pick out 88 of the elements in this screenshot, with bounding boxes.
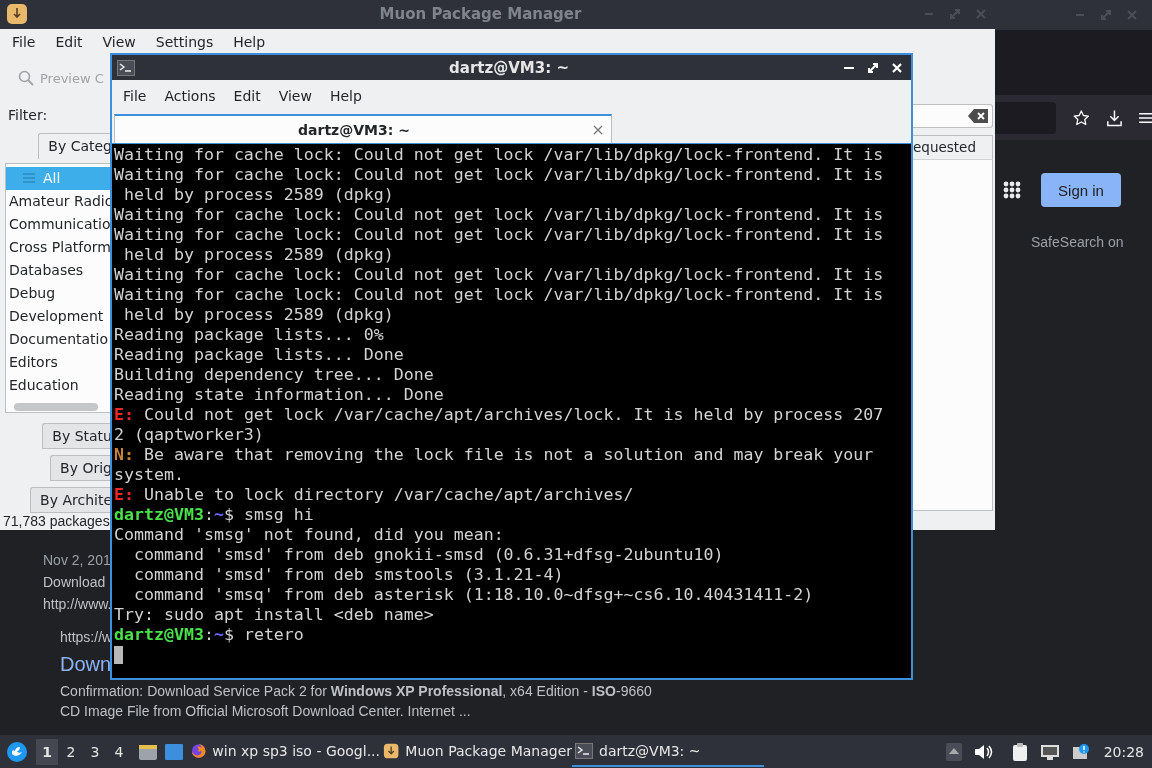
workspace-button[interactable]: 2 bbox=[60, 738, 82, 765]
category-item[interactable]: Cross Platform bbox=[6, 235, 112, 259]
result-description: CD Image File from Official Microsoft Download Center. Internet ... bbox=[60, 702, 471, 721]
terminal-line: dartz@VM3:~$ retero bbox=[114, 625, 305, 645]
apps-grid-icon[interactable] bbox=[1003, 181, 1021, 199]
menu-item[interactable]: File bbox=[2, 34, 46, 51]
search-field[interactable] bbox=[913, 103, 993, 128]
terminal-line: held by process 2589 (dpkg) bbox=[123, 185, 395, 205]
address-field[interactable] bbox=[995, 101, 1057, 134]
file-manager-icon[interactable] bbox=[138, 742, 158, 761]
terminal-line: command 'smsq' from deb asterisk (1:18.10.0~dfsg+~cs6.10.40431411-2) bbox=[132, 585, 815, 605]
terminal-line: Waiting for cache lock: Could not get lock /var/lib/dpkg/lock-frontend. It is bbox=[114, 265, 885, 285]
menu-item[interactable]: Settings bbox=[145, 34, 224, 51]
workspace-button[interactable]: 3 bbox=[84, 738, 106, 765]
terminal-line: Try: sudo apt install <deb name> bbox=[114, 605, 435, 625]
category-item[interactable]: Development bbox=[6, 304, 112, 328]
menu-item[interactable]: View bbox=[269, 88, 321, 104]
terminal-icon[interactable] bbox=[117, 59, 135, 76]
terminal-line: Waiting for cache lock: Could not get lock /var/lib/dpkg/lock-frontend. It is bbox=[114, 225, 885, 245]
workspace-button[interactable]: 4 bbox=[108, 738, 130, 765]
window-title: dartz@VM3: ~ bbox=[448, 58, 570, 77]
result-cite: https://w bbox=[60, 628, 113, 647]
menu-item[interactable]: File bbox=[114, 88, 156, 104]
menu-item[interactable]: Help bbox=[320, 88, 371, 104]
terminal-tab[interactable]: dartz@VM3: ~ bbox=[114, 114, 612, 143]
terminal-line: held by process 2589 (dpkg) bbox=[123, 245, 395, 265]
terminal-line: Waiting for cache lock: Could not get lock /var/lib/dpkg/lock-frontend. It is bbox=[114, 205, 885, 225]
notification-icon[interactable] bbox=[1071, 742, 1090, 761]
result-snippet: Download bbox=[43, 573, 106, 592]
browser-icon bbox=[191, 741, 207, 760]
category-item[interactable]: Documentatio bbox=[6, 327, 112, 351]
terminal-line: Reading package lists... Done bbox=[114, 345, 405, 365]
volume-icon[interactable] bbox=[973, 743, 994, 760]
result-date: Nov 2, 201 bbox=[43, 551, 111, 570]
category-item[interactable]: Education bbox=[6, 373, 112, 397]
network-icon[interactable] bbox=[1039, 742, 1060, 761]
terminal-line: Waiting for cache lock: Could not get lock /var/lib/dpkg/lock-frontend. It is bbox=[114, 285, 885, 305]
package-count: 71,783 packages bbox=[2, 512, 110, 530]
terminal-line: command 'smsd' from deb smstools (3.1.21-4) bbox=[132, 565, 565, 585]
clear-icon[interactable] bbox=[968, 108, 988, 123]
terminal-line: command 'smsd' from deb gnokii-smsd (0.6.31+dfsg-2ubuntu10) bbox=[132, 545, 725, 565]
menu-item[interactable]: Edit bbox=[45, 34, 93, 51]
result-link[interactable]: Down bbox=[60, 647, 112, 681]
menu-item[interactable]: Actions bbox=[155, 88, 225, 104]
category-item[interactable]: Communicatio bbox=[6, 212, 112, 236]
category-item[interactable]: Editors bbox=[6, 350, 112, 374]
terminal-line: Reading package lists... 0% bbox=[114, 325, 385, 345]
terminal-line: Waiting for cache lock: Could not get lock /var/lib/dpkg/lock-frontend. It is bbox=[114, 145, 885, 165]
task-button[interactable]: Muon Package Manager bbox=[380, 736, 572, 767]
window-title: Muon Package Manager bbox=[378, 5, 583, 24]
task-button[interactable]: win xp sp3 iso - Googl... bbox=[188, 736, 380, 767]
safesearch-status[interactable]: SafeSearch on bbox=[1031, 234, 1152, 250]
package-icon[interactable] bbox=[6, 3, 28, 26]
terminal-line: system. bbox=[114, 465, 185, 485]
terminal-line: held by process 2589 (dpkg) bbox=[123, 305, 395, 325]
workspace-button[interactable]: 1 bbox=[36, 738, 58, 765]
terminal-line: 2 (qaptworker3) bbox=[114, 425, 265, 445]
terminal-line: Command 'smsg' not found, did you mean: bbox=[114, 525, 505, 545]
terminal-line: E: Could not get lock /var/cache/apt/archives/lock. It is held by process 207 bbox=[114, 405, 885, 425]
terminal-line: Waiting for cache lock: Could not get lock /var/lib/dpkg/lock-frontend. It is bbox=[114, 165, 885, 185]
category-item[interactable]: Debug bbox=[6, 281, 112, 305]
clipboard-icon[interactable] bbox=[1011, 741, 1028, 762]
terminal-line: dartz@VM3:~$ smsg hi bbox=[114, 505, 315, 525]
terminal-line: N: Be aware that removing the lock file is not a solution and may break your bbox=[114, 445, 875, 465]
task-button[interactable]: dartz@VM3: ~ bbox=[572, 736, 764, 767]
terminal-line: Building dependency tree... Done bbox=[114, 365, 435, 385]
menu-item[interactable]: Edit bbox=[224, 88, 270, 104]
filter-label: Filter: bbox=[7, 105, 49, 125]
terminal-line: E: Unable to lock directory /var/cache/apt/archives/ bbox=[114, 485, 635, 505]
scrollbar[interactable] bbox=[14, 402, 98, 411]
terminal-line: Reading state information... Done bbox=[114, 385, 445, 405]
menu-item[interactable]: View bbox=[92, 34, 146, 51]
menu-icon[interactable] bbox=[1138, 110, 1152, 125]
menu-item[interactable]: Help bbox=[223, 34, 276, 51]
search-icon bbox=[18, 70, 34, 87]
list-icon bbox=[23, 173, 35, 184]
column-header[interactable]: equested bbox=[913, 134, 993, 160]
category-item[interactable]: Databases bbox=[6, 258, 112, 282]
result-description: Confirmation: Download Service Pack 2 for Windows XP Professional, x64 Edition - ISO-9660 bbox=[60, 682, 652, 701]
result-url: http://www. bbox=[43, 595, 112, 614]
star-icon[interactable] bbox=[1073, 107, 1090, 128]
desktop-icon[interactable] bbox=[164, 742, 184, 761]
package-icon bbox=[383, 741, 400, 760]
filter-tab[interactable]: By Archite bbox=[30, 486, 112, 513]
start-menu-icon[interactable] bbox=[6, 740, 28, 763]
clock[interactable]: 20:28 bbox=[1103, 743, 1144, 760]
terminal-icon bbox=[575, 742, 593, 759]
sign-in-button[interactable]: Sign in bbox=[1041, 173, 1121, 207]
